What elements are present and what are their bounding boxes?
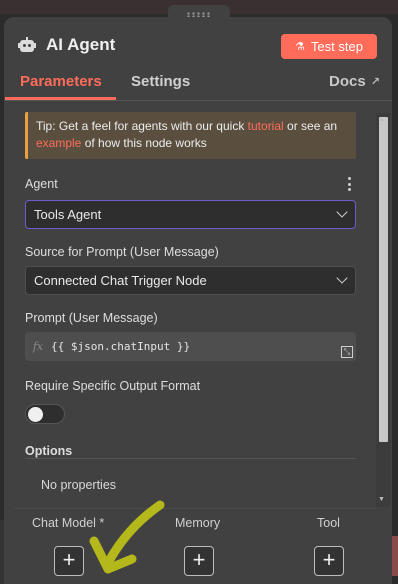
expand-icon[interactable]: ⤡ bbox=[341, 346, 353, 358]
docs-label: Docs bbox=[329, 73, 366, 90]
node-header: AI Agent bbox=[18, 35, 115, 55]
node-title[interactable]: AI Agent bbox=[46, 35, 115, 55]
toggle-knob bbox=[28, 407, 43, 422]
footer-divider bbox=[14, 508, 376, 509]
flask-icon: ⚗ bbox=[295, 41, 305, 53]
tab-docs[interactable]: Docs ↗ bbox=[329, 73, 380, 90]
tab-settings[interactable]: Settings bbox=[131, 73, 190, 90]
tool-label: Tool bbox=[317, 516, 340, 530]
chevron-down-icon bbox=[336, 206, 348, 218]
tip-text: or see an bbox=[283, 119, 338, 133]
tip-text: Tip: Get a feel for agents with our quic… bbox=[36, 119, 248, 133]
prompt-expression-input[interactable]: fx {{ $json.chatInput }} ⤡ bbox=[25, 332, 356, 361]
memory-label: Memory bbox=[175, 516, 221, 530]
prompt-label: Prompt (User Message) bbox=[25, 311, 158, 325]
node-settings-panel: AI Agent ⚗ Test step Parameters Settings… bbox=[4, 17, 392, 584]
test-step-button[interactable]: ⚗ Test step bbox=[281, 34, 377, 59]
scroll-up-icon[interactable]: ▲ bbox=[378, 116, 385, 123]
tip-text: of how this node works bbox=[81, 136, 207, 150]
robot-icon bbox=[18, 37, 36, 53]
more-options-icon[interactable] bbox=[348, 177, 352, 191]
agent-value: Tools Agent bbox=[34, 207, 102, 222]
source-value: Connected Chat Trigger Node bbox=[34, 273, 207, 288]
external-link-icon: ↗ bbox=[370, 76, 380, 88]
agent-label: Agent bbox=[25, 177, 58, 191]
add-tool-button[interactable]: + bbox=[314, 546, 344, 576]
no-properties-text: No properties bbox=[41, 478, 117, 492]
active-tab-underline bbox=[5, 97, 116, 100]
output-format-label: Require Specific Output Format bbox=[25, 379, 201, 393]
add-memory-button[interactable]: + bbox=[184, 546, 214, 576]
prompt-source-select[interactable]: Connected Chat Trigger Node bbox=[25, 266, 356, 295]
prompt-value: {{ $json.chatInput }} bbox=[51, 340, 191, 353]
example-link[interactable]: example bbox=[36, 136, 81, 150]
tip-callout: Tip: Get a feel for agents with our quic… bbox=[25, 112, 356, 159]
source-label: Source for Prompt (User Message) bbox=[25, 245, 219, 259]
tutorial-link[interactable]: tutorial bbox=[248, 119, 284, 133]
annotation-arrow bbox=[89, 500, 165, 574]
scrollbar-thumb[interactable] bbox=[379, 117, 388, 442]
options-label: Options bbox=[25, 444, 73, 458]
agent-select[interactable]: Tools Agent bbox=[25, 200, 356, 229]
options-divider bbox=[25, 458, 356, 459]
fx-icon: fx bbox=[32, 340, 44, 353]
chevron-down-icon bbox=[336, 272, 348, 284]
test-step-label: Test step bbox=[310, 39, 363, 54]
output-format-toggle[interactable] bbox=[25, 404, 65, 424]
tab-parameters[interactable]: Parameters bbox=[20, 73, 102, 90]
scroll-down-icon[interactable]: ▼ bbox=[378, 496, 385, 503]
